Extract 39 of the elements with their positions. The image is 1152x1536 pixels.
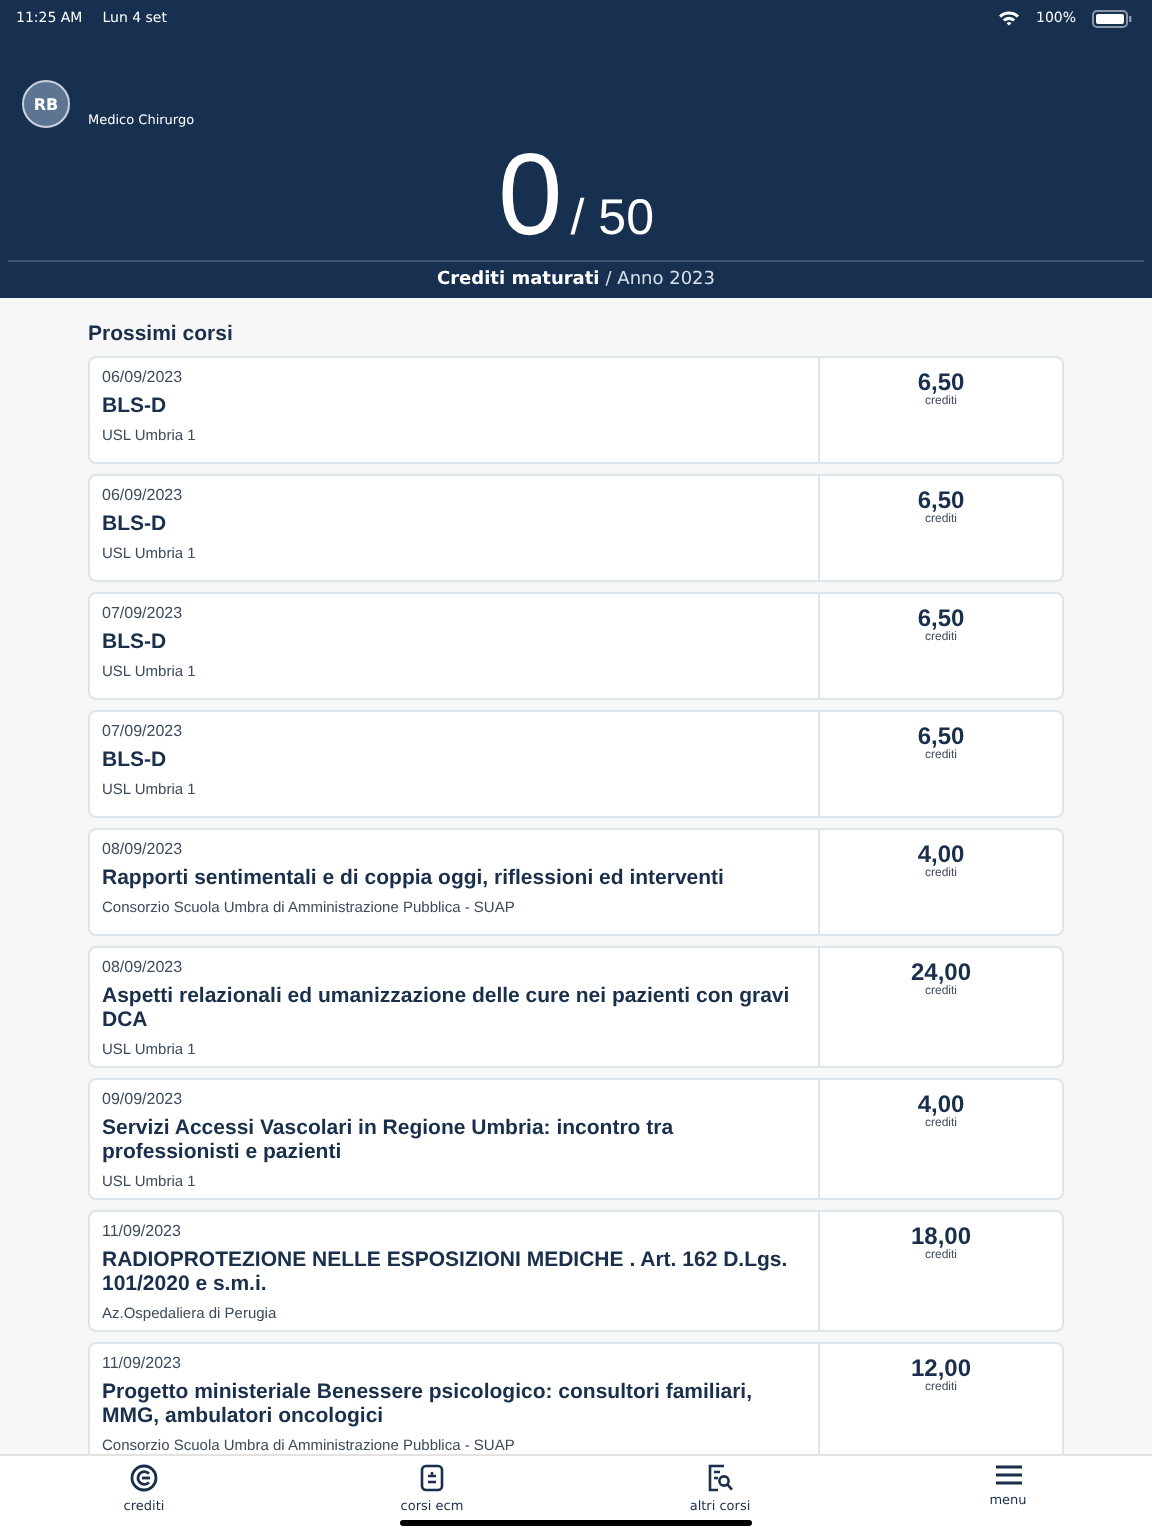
course-date: 06/09/2023: [102, 486, 185, 504]
course-date: 11/09/2023: [102, 1222, 183, 1240]
menu-icon: [995, 1464, 1021, 1486]
course-date: 07/09/2023: [102, 722, 185, 740]
credits-icon: [130, 1464, 158, 1492]
wifi-icon: [997, 10, 1020, 26]
credits-period: / Anno 2023: [605, 270, 715, 290]
course-title: BLS-D: [102, 630, 169, 654]
course-date: 08/09/2023: [102, 958, 185, 976]
credits-total: / 50: [570, 190, 654, 248]
credits-earned: 0: [498, 132, 563, 260]
course-title: Progetto ministeriale Benessere psicologico: consultori familiari, MMG, ambulatori oncologici: [102, 1380, 755, 1428]
course-title: Servizi Accessi Vascolari in Regione Umbria: incontro tra professionisti e pazienti: [102, 1116, 676, 1164]
course-title: BLS-D: [102, 394, 169, 418]
course-date: 07/09/2023: [102, 604, 185, 622]
course-credits: 6,50: [915, 368, 967, 396]
course-credits: 24,00: [908, 958, 974, 986]
course-date: 09/09/2023: [102, 1090, 185, 1108]
course-credits: 4,00: [915, 1090, 967, 1118]
course-title: RADIOPROTEZIONE NELLE ESPOSIZIONI MEDICHE . Art. 162 D.Lgs. 101/2020 e s.m.i.: [102, 1248, 790, 1296]
course-title: BLS-D: [102, 748, 169, 772]
course-credits: 6,50: [915, 722, 967, 750]
credits-label: Crediti maturati: [437, 270, 600, 290]
course-credits: 6,50: [915, 486, 967, 514]
course-credits: 18,00: [908, 1222, 974, 1250]
document-search-icon: [706, 1464, 734, 1492]
course-date: 11/09/2023: [102, 1354, 183, 1372]
course-title: BLS-D: [102, 512, 169, 536]
course-date: 08/09/2023: [102, 840, 185, 858]
document-icon: [420, 1464, 444, 1492]
course-title: Rapporti sentimentali e di coppia oggi, riflessioni ed interventi: [102, 866, 726, 890]
course-date: 06/09/2023: [102, 368, 185, 386]
course-credits: 4,00: [915, 840, 967, 868]
section-title: Prossimi corsi: [88, 322, 235, 346]
course-title: Aspetti relazionali ed umanizzazione delle cure nei pazienti con gravi DCA: [102, 984, 792, 1032]
battery-icon: [1092, 9, 1132, 27]
course-credits: 12,00: [908, 1354, 974, 1382]
course-credits: 6,50: [915, 604, 967, 632]
avatar-initials[interactable]: RB: [22, 80, 70, 128]
